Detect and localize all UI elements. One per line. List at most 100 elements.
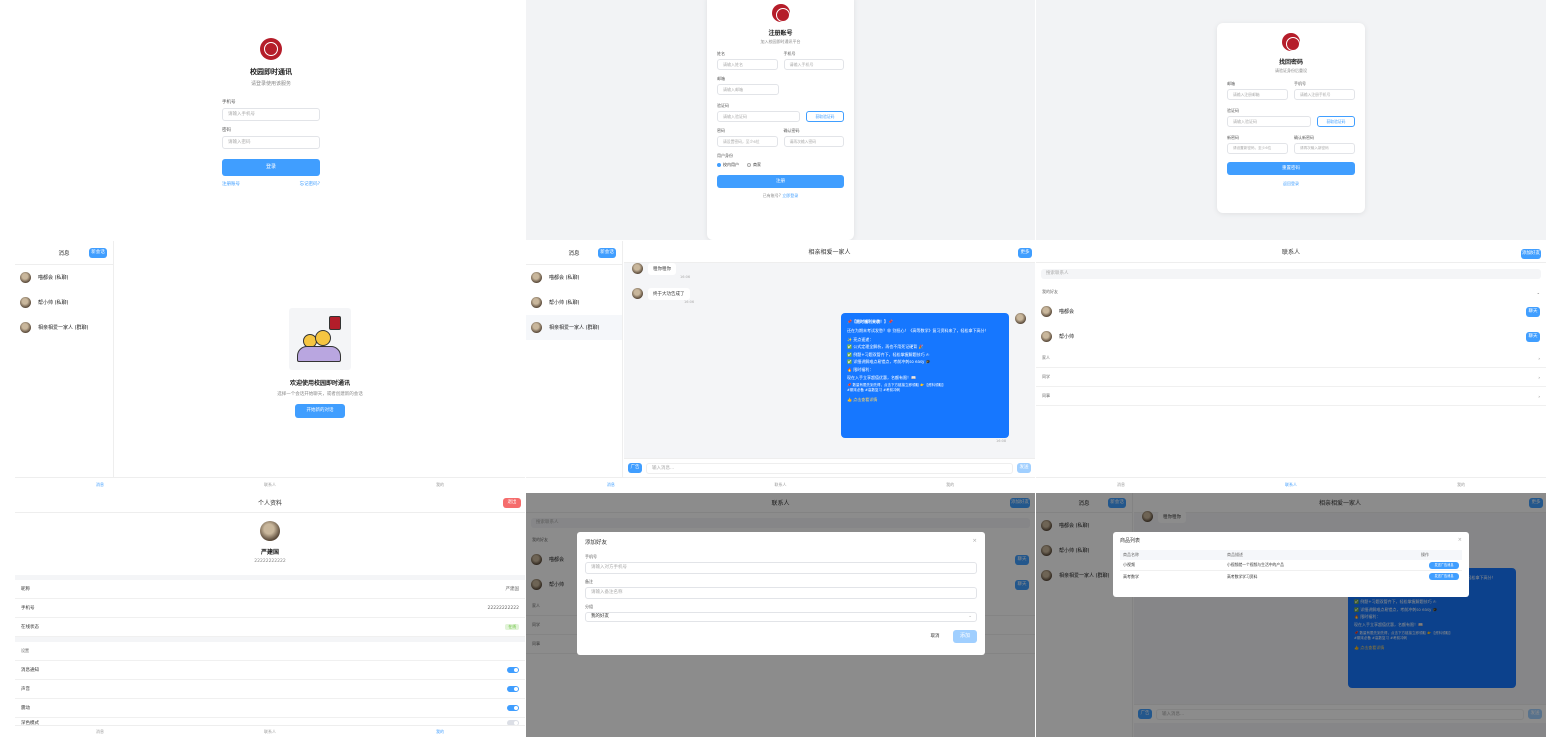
conversation-item[interactable]: 喵都会 (私聊) (526, 265, 622, 290)
contact-item[interactable]: 帮小帅 聊天 (1036, 324, 1546, 349)
send-code-button[interactable]: 获取验证码 (1317, 116, 1355, 127)
more-button[interactable]: 更多 (1018, 248, 1032, 258)
chat-panel: 消息 新会话 喵都会 (私聊) 帮小帅 (私聊) 相亲相爱一家人 (群聊) 相亲… (526, 241, 1035, 492)
group-classmates[interactable]: 同学 › (1036, 368, 1546, 387)
tab-contacts[interactable]: 联系人 (185, 729, 355, 735)
group-label: 家人 (1042, 355, 1050, 360)
phone-label: 手机号 (783, 51, 796, 56)
phone-input[interactable]: 请输入手机号 (222, 108, 320, 121)
new-password-input[interactable]: 请设置新密码，至少6位 (1227, 143, 1288, 154)
login-panel: 校园即时通讯 请登录使用该服务 手机号 请输入手机号 密码 请输入密码 登录 注… (0, 0, 525, 240)
conversation-item[interactable]: 帮小帅 (私聊) (526, 290, 622, 315)
register-link[interactable]: 注册账号 (222, 181, 240, 187)
tab-messages[interactable]: 消息 (15, 729, 185, 735)
phone-input[interactable]: 请输入手机号 (783, 59, 844, 70)
login-button[interactable]: 登录 (222, 159, 320, 176)
dialog-group-select[interactable]: 我的好友 ⌄ (585, 612, 977, 622)
close-icon[interactable]: × (972, 538, 977, 546)
tab-contacts[interactable]: 联系人 (1206, 482, 1376, 488)
new-chat-button[interactable]: 新会话 (89, 248, 107, 258)
role-radio-student[interactable]: 校内用户 (717, 162, 739, 168)
email-input[interactable]: 请输入注册邮箱 (1227, 89, 1288, 100)
tab-messages[interactable]: 消息 (526, 482, 696, 488)
code-input[interactable]: 请输入验证码 (717, 111, 800, 122)
phone-row[interactable]: 手机号 22222222222 (15, 599, 525, 618)
nickname-row[interactable]: 昵称 严建国 (15, 580, 525, 599)
tab-contacts[interactable]: 联系人 (696, 482, 866, 488)
name-input[interactable]: 请输入姓名 (717, 59, 778, 70)
dialog-phone-input[interactable]: 请输入对方手机号 (585, 562, 977, 574)
close-icon[interactable]: × (1458, 537, 1462, 544)
message-input[interactable]: 输入消息... (646, 462, 1013, 474)
conversation-item[interactable]: 帮小帅 (私聊) (15, 290, 113, 315)
password-input[interactable]: 请输入密码 (222, 136, 320, 149)
contact-search-input[interactable]: 搜索联系人 (1041, 269, 1541, 279)
password-input[interactable]: 请设置密码，至少6位 (717, 136, 778, 147)
profile-header: 个人资料 (15, 493, 525, 513)
bottom-tab-bar: 消息 联系人 我的 (1036, 477, 1546, 491)
group-my-friends[interactable]: 我的好友 ⌄ (1036, 285, 1546, 299)
send-code-button[interactable]: 获取验证码 (806, 111, 844, 122)
tab-messages[interactable]: 消息 (15, 482, 185, 488)
logout-button[interactable]: 退出 (503, 498, 521, 508)
table-row: 高考数学 高考数学学习资料 发送广告消息 (1120, 571, 1462, 582)
sound-label: 声音 (21, 687, 30, 692)
send-ad-button[interactable]: 发送广告消息 (1429, 561, 1459, 569)
confirm-password-input[interactable]: 请再次输入密码 (783, 136, 844, 147)
contact-item[interactable]: 喵都会 聊天 (1036, 299, 1546, 324)
sound-toggle[interactable] (507, 686, 519, 692)
tab-profile[interactable]: 我的 (355, 482, 525, 488)
group-colleagues[interactable]: 同事 › (1036, 387, 1546, 406)
promo-detail-link[interactable]: 👍 点击查看详情 (847, 396, 1003, 404)
avatar (1015, 313, 1026, 324)
role-label: 用户身份 (717, 153, 733, 158)
dialog-remark-input[interactable]: 请输入备注名称 (585, 587, 977, 599)
code-input[interactable]: 请输入验证码 (1227, 116, 1311, 127)
vibrate-toggle[interactable] (507, 705, 519, 711)
start-chat-button[interactable]: 开始新的对话 (295, 404, 345, 418)
radio-checked-icon (717, 163, 721, 167)
welcome-illustration-icon (289, 308, 351, 370)
tab-profile[interactable]: 我的 (355, 729, 525, 735)
chat-button[interactable]: 聊天 (1526, 331, 1540, 342)
register-button[interactable]: 注册 (717, 175, 844, 188)
conversation-item[interactable]: 相亲相爱一家人 (群聊) (15, 315, 113, 340)
forgot-password-link[interactable]: 忘记密码? (300, 181, 320, 187)
conversation-item-active[interactable]: 相亲相爱一家人 (群聊) (526, 315, 622, 340)
send-ad-button[interactable]: 发送广告消息 (1429, 573, 1459, 580)
phone-input[interactable]: 请输入注册手机号 (1294, 89, 1355, 100)
product-name: 高考数学 (1123, 573, 1139, 579)
send-button[interactable]: 发送 (1017, 463, 1031, 473)
avatar (531, 322, 542, 333)
role-radio-merchant[interactable]: 商家 (747, 162, 761, 168)
confirm-password-input[interactable]: 请再次输入新密码 (1294, 143, 1355, 154)
group-family[interactable]: 家人 › (1036, 349, 1546, 368)
tab-profile[interactable]: 我的 (865, 482, 1035, 488)
profile-avatar[interactable] (260, 521, 280, 541)
modal-overlay[interactable] (1036, 493, 1546, 737)
login-link[interactable]: 立即登录 (782, 193, 798, 198)
tab-contacts[interactable]: 联系人 (185, 482, 355, 488)
reset-button[interactable]: 重置密码 (1227, 162, 1355, 175)
chat-header: 相亲相爱一家人 (624, 241, 1035, 263)
ad-button[interactable]: 广告 (628, 463, 642, 473)
add-friend-button[interactable]: 添加好友 (1521, 249, 1541, 259)
profile-name: 严建国 (260, 549, 279, 556)
promo-line: ✨ 亮点速递： (847, 336, 874, 342)
dialog-confirm-button[interactable]: 添加 (953, 630, 977, 643)
settings-section: 设置 (15, 642, 525, 661)
dialog-cancel-button[interactable]: 取消 (923, 630, 947, 643)
notify-toggle[interactable] (507, 667, 519, 673)
tab-profile[interactable]: 我的 (1376, 482, 1546, 488)
tab-messages[interactable]: 消息 (1036, 482, 1206, 488)
new-chat-button[interactable]: 新会话 (598, 248, 616, 258)
status-badge: 在线 (505, 624, 519, 630)
login-subtitle: 请登录使用该服务 (250, 81, 291, 87)
status-row[interactable]: 在线状态 在线 (15, 618, 525, 637)
conversation-name: 相亲相爱一家人 (群聊) (549, 325, 600, 331)
chat-button[interactable]: 聊天 (1526, 306, 1540, 317)
back-to-login-link[interactable]: 返回登录 (1283, 181, 1299, 186)
confirm-password-label: 确认新密码 (1294, 135, 1314, 140)
conversation-item[interactable]: 喵都会 (私聊) (15, 265, 113, 290)
email-input[interactable]: 请输入邮箱 (717, 84, 779, 95)
